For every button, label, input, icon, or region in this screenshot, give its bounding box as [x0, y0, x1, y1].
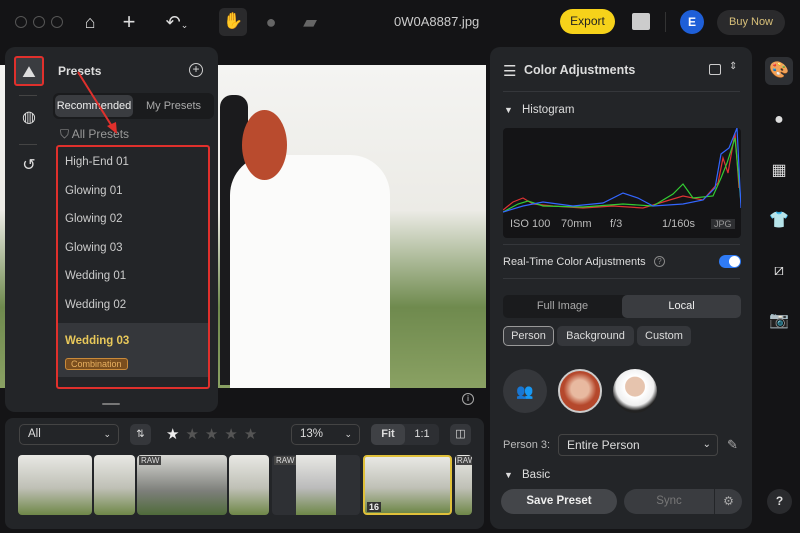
panel-title: Color Adjustments	[524, 63, 636, 77]
compare-icon[interactable]: ◫	[450, 424, 471, 445]
thumbnail[interactable]	[94, 455, 135, 515]
preset-item-selected[interactable]: Wedding 03 Combination	[58, 323, 208, 377]
background-icon[interactable]: ▦	[765, 157, 793, 185]
thumbnail[interactable]: RAW	[137, 455, 227, 515]
save-preset-button[interactable]: Save Preset	[501, 489, 617, 514]
sync-settings-icon[interactable]: ⚙	[715, 489, 742, 514]
basic-label: Basic	[522, 469, 551, 481]
combination-badge: Combination	[65, 358, 128, 370]
star-icon[interactable]: ★	[185, 426, 204, 443]
exif-aperture: f/3	[610, 218, 623, 230]
file-title: 0W0A8887.jpg	[394, 14, 480, 29]
preset-item[interactable]: Glowing 02	[58, 205, 208, 234]
select-value: 13%	[300, 428, 324, 440]
preset-item[interactable]: Glowing 03	[58, 234, 208, 263]
histogram-graph	[503, 128, 741, 213]
divider	[19, 144, 37, 145]
exif-iso: ISO 100	[510, 218, 551, 230]
thumbnail[interactable]	[229, 455, 269, 515]
sync-button[interactable]: Sync	[624, 489, 714, 514]
chevron-down-icon: ⌄	[103, 429, 111, 439]
zoom-mode-toggle: Fit 1:1	[371, 424, 439, 445]
star-icon-filled[interactable]: ★	[166, 426, 185, 443]
thumbnail[interactable]: RAW	[455, 455, 472, 515]
exif-shutter: 1/160s	[662, 218, 696, 230]
preset-name: Wedding 03	[65, 335, 130, 347]
exif-focal: 70mm	[561, 218, 592, 230]
thumbnail[interactable]: RAW	[272, 455, 360, 515]
one-to-one-button[interactable]: 1:1	[405, 424, 439, 445]
sliders-icon: ☰	[503, 63, 517, 80]
tab-local[interactable]: Local	[622, 295, 741, 318]
bandage-tool-icon[interactable]: ▰	[298, 12, 322, 33]
brush-tool-icon[interactable]: ●	[259, 12, 283, 33]
all-persons-button[interactable]: 👥	[503, 369, 547, 413]
import-icon[interactable]	[632, 13, 650, 30]
annotation-arrow	[77, 71, 117, 134]
edit-mask-icon[interactable]: ✎	[727, 437, 738, 453]
tab-custom[interactable]: Custom	[637, 326, 691, 346]
preset-item[interactable]: Glowing 01	[58, 177, 208, 206]
select-value: All	[28, 428, 41, 440]
mode-tabs: Full Image Local	[503, 295, 741, 318]
bride-figure	[230, 155, 390, 388]
divider	[503, 91, 740, 92]
tab-person[interactable]: Person	[503, 326, 554, 346]
person-thumbnail-groom[interactable]	[613, 369, 657, 413]
preset-item[interactable]: Wedding 01	[58, 262, 208, 291]
select-value: Entire Person	[567, 438, 640, 452]
fit-button[interactable]: Fit	[371, 424, 405, 445]
person-label: Person 3:	[503, 439, 551, 451]
histogram: ISO 100 70mm f/3 1/160s JPG	[503, 128, 741, 238]
clothing-icon[interactable]: 👕	[765, 207, 793, 235]
star-icon[interactable]: ★	[244, 426, 263, 443]
crop-icon[interactable]: ⧄	[765, 257, 793, 285]
star-rating[interactable]: ★★★★★	[166, 425, 263, 443]
tab-background[interactable]: Background	[557, 326, 634, 346]
avatar[interactable]: E	[680, 10, 704, 34]
help-button[interactable]: ?	[767, 489, 792, 514]
raw-badge: RAW	[456, 456, 472, 465]
sort-icon[interactable]: ⇅	[130, 424, 151, 445]
color-adjustments-panel	[490, 47, 752, 529]
star-icon[interactable]: ★	[205, 426, 224, 443]
histogram-label: Histogram	[522, 104, 575, 116]
exif-format: JPG	[711, 219, 735, 229]
hand-tool-icon[interactable]: ✋	[219, 8, 247, 36]
filter-select[interactable]: All ⌄	[19, 424, 119, 445]
realtime-toggle[interactable]	[719, 255, 741, 268]
camera-icon[interactable]: 📷	[765, 307, 793, 335]
collapse-triangle-icon[interactable]: ▼	[504, 105, 513, 115]
palette-icon[interactable]: 🎨	[765, 57, 793, 85]
person-thumbnail-bride[interactable]	[558, 369, 602, 413]
face-icon[interactable]: ●	[765, 106, 793, 134]
bride-hair	[242, 110, 287, 180]
preset-item[interactable]: High-End 01	[58, 148, 208, 177]
history-icon[interactable]: ↺	[14, 151, 44, 181]
collapse-triangle-icon[interactable]: ▼	[504, 470, 513, 480]
chevron-down-icon: ⌄	[344, 429, 352, 439]
raw-badge: RAW	[139, 456, 162, 465]
preset-item[interactable]: Wedding 02	[58, 291, 208, 320]
divider	[503, 278, 740, 279]
layout-toggle-icon[interactable]	[709, 64, 721, 75]
buy-now-button[interactable]: Buy Now	[717, 10, 785, 35]
tab-full-image[interactable]: Full Image	[503, 295, 622, 318]
chevron-down-icon: ⌄	[702, 439, 711, 450]
person-region-select[interactable]: Entire Person ⌄	[558, 434, 718, 456]
zoom-select[interactable]: 13% ⌄	[291, 424, 360, 445]
thumbnail-selected[interactable]: 16	[363, 455, 452, 515]
export-button[interactable]: Export	[560, 9, 615, 34]
info-icon[interactable]: i	[462, 393, 474, 405]
thumbnail[interactable]	[18, 455, 92, 515]
count-badge: 16	[367, 502, 382, 512]
star-icon[interactable]: ★	[224, 426, 243, 443]
chevron-updown-icon[interactable]: ⇕	[729, 61, 737, 72]
realtime-label: Real-Time Color Adjustments	[503, 256, 646, 268]
panel-resize-handle[interactable]	[102, 403, 120, 405]
divider	[503, 244, 740, 245]
help-icon[interactable]: ?	[654, 256, 665, 267]
raw-badge: RAW	[274, 456, 297, 465]
divider	[665, 12, 666, 32]
